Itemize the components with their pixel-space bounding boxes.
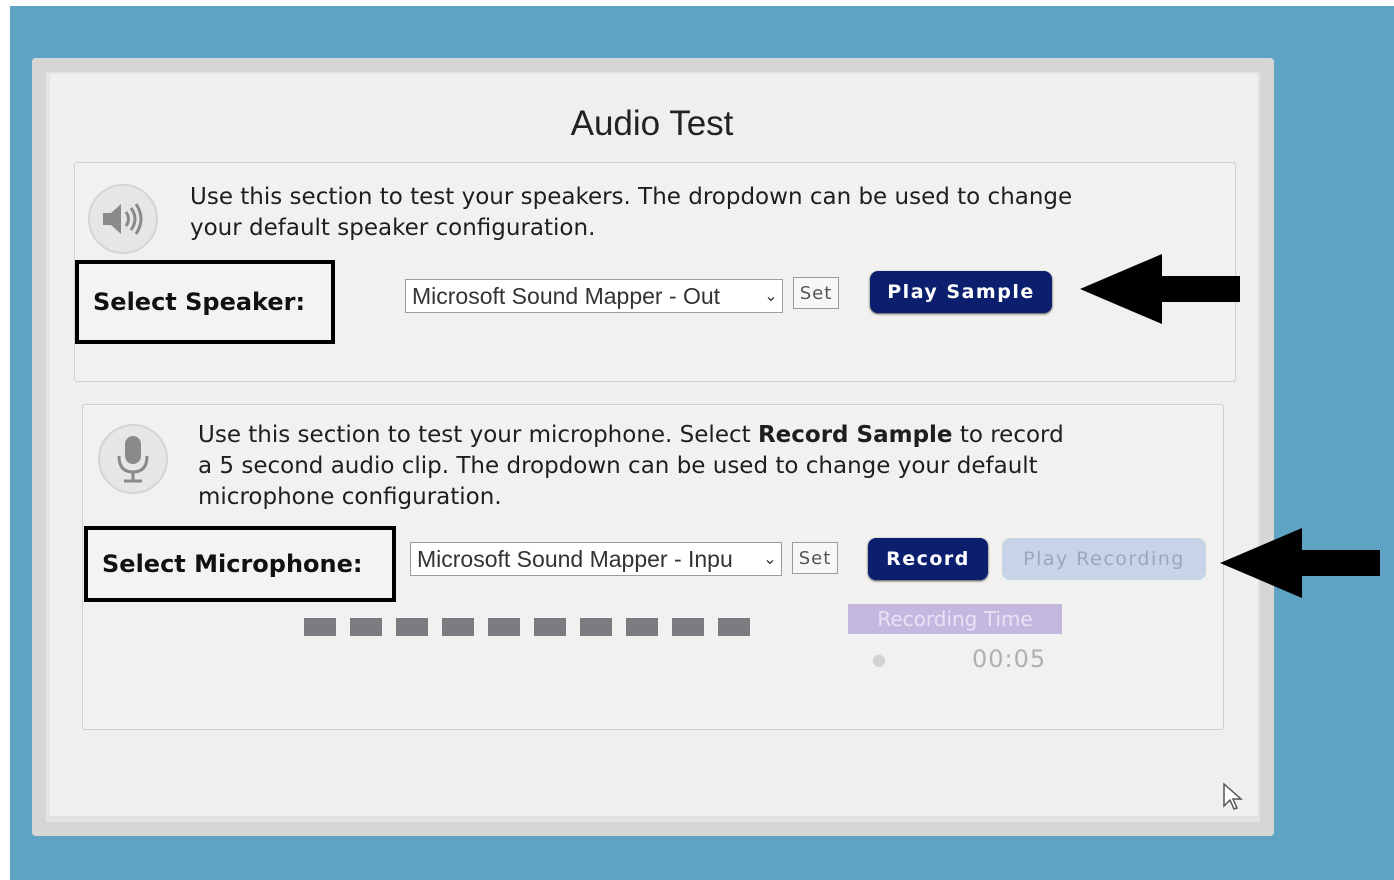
background-edge-top — [0, 0, 1394, 6]
select-microphone-label: Select Microphone: — [84, 526, 396, 602]
recording-time-value: 00:05 — [972, 645, 1047, 673]
speaker-description: Use this section to test your speakers. … — [190, 184, 1073, 241]
microphone-set-button[interactable]: Set — [792, 542, 838, 574]
arrow-left-icon — [1080, 254, 1240, 324]
speaker-set-button[interactable]: Set — [793, 277, 839, 309]
level-segment — [534, 618, 566, 636]
microphone-dropdown[interactable]: Microsoft Sound Mapper - Inpu ⌄ — [410, 542, 782, 576]
speaker-dropdown[interactable]: Microsoft Sound Mapper - Out ⌄ — [405, 279, 783, 313]
microphone-description: Use this section to test your microphone… — [198, 420, 1078, 513]
microphone-icon — [98, 424, 168, 494]
level-segment — [304, 618, 336, 636]
microphone-description-text: Use this section to test your microphone… — [198, 422, 758, 448]
level-segment — [488, 618, 520, 636]
chevron-down-icon: ⌄ — [763, 551, 777, 568]
level-segment — [718, 618, 750, 636]
recording-time-label: Recording Time — [848, 604, 1062, 634]
level-segment — [672, 618, 704, 636]
level-segment — [580, 618, 612, 636]
level-segment — [442, 618, 474, 636]
mouse-cursor-icon — [1223, 782, 1243, 810]
play-recording-button[interactable]: Play Recording — [1002, 538, 1206, 580]
speaker-dropdown-value: Microsoft Sound Mapper - Out — [412, 282, 721, 309]
level-segment — [396, 618, 428, 636]
play-sample-button[interactable]: Play Sample — [870, 271, 1052, 313]
arrow-left-icon — [1220, 528, 1380, 598]
chevron-down-icon: ⌄ — [764, 288, 778, 305]
record-button[interactable]: Record — [868, 538, 988, 580]
recording-indicator-icon: ● — [872, 650, 886, 669]
dialog-title: Audio Test — [570, 104, 734, 143]
record-sample-emphasis: Record Sample — [757, 422, 953, 448]
level-segment — [626, 618, 658, 636]
microphone-dropdown-value: Microsoft Sound Mapper - Inpu — [417, 545, 733, 572]
select-speaker-label: Select Speaker: — [75, 260, 335, 344]
level-segment — [350, 618, 382, 636]
audio-level-meter — [304, 618, 750, 636]
speaker-icon — [88, 184, 158, 254]
